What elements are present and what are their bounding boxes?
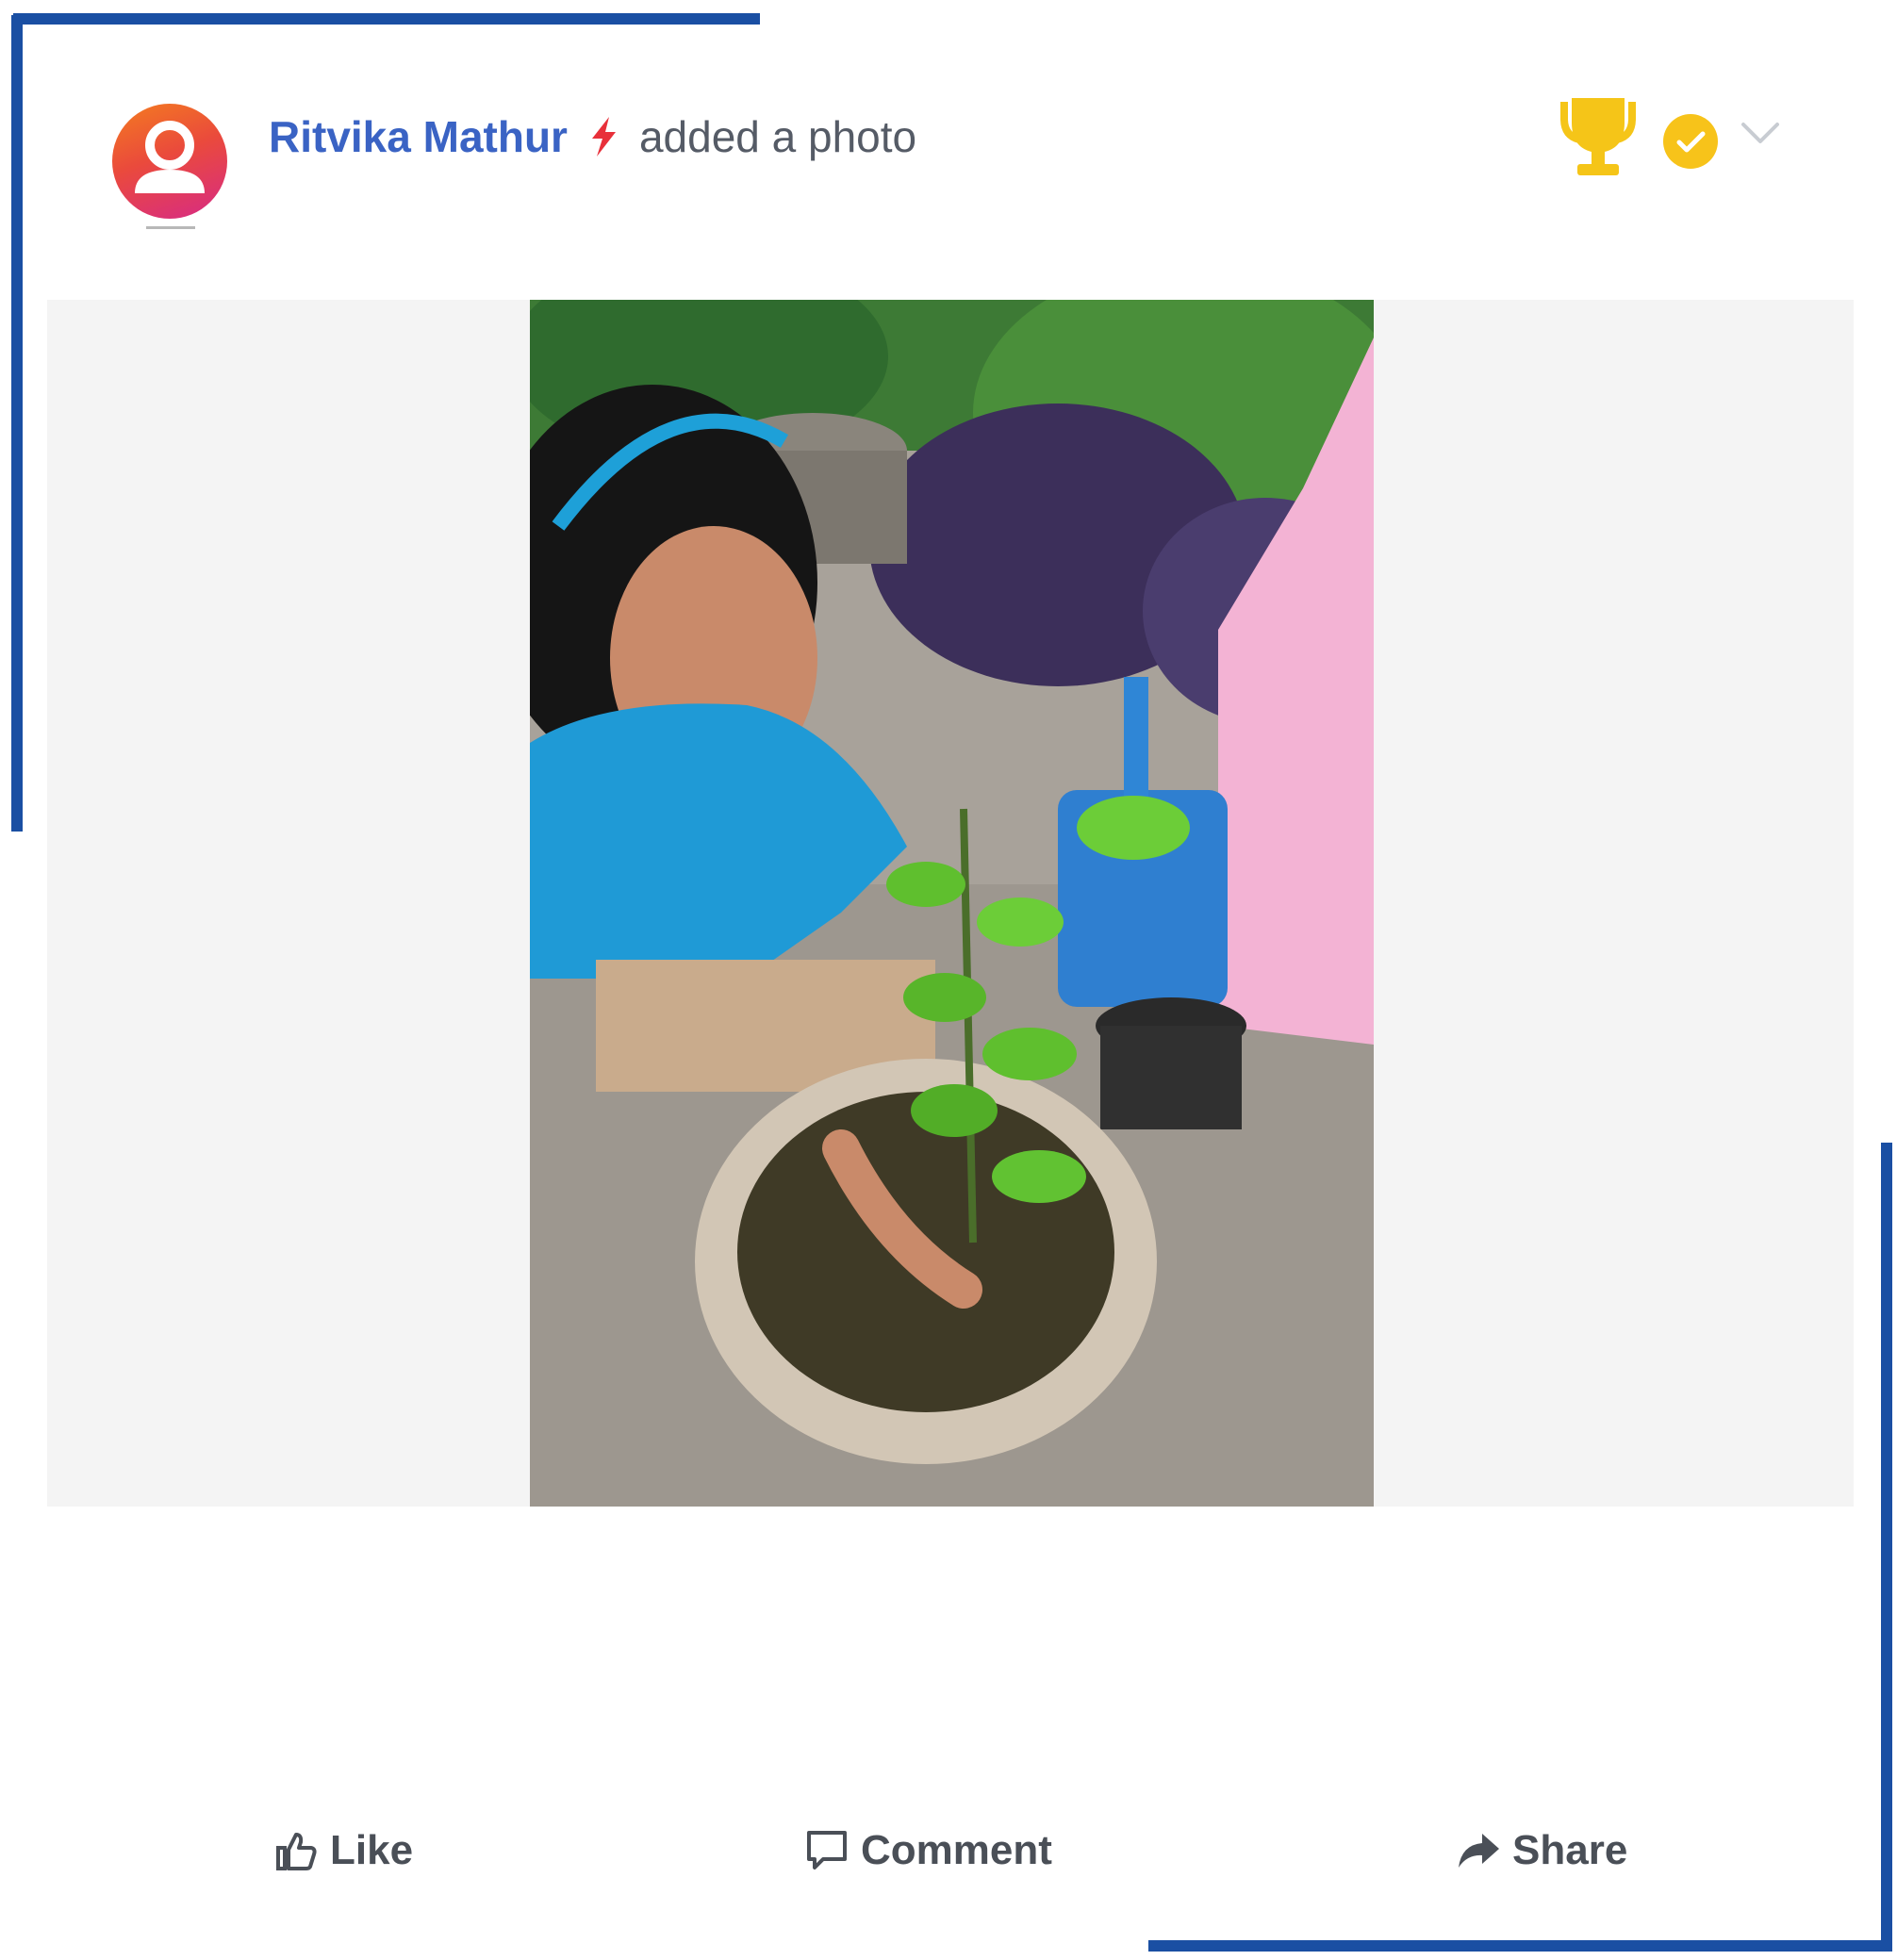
like-label: Like	[330, 1826, 414, 1873]
post-photo[interactable]	[530, 300, 1374, 1507]
verified-check-icon	[1663, 114, 1718, 169]
user-avatar-icon	[135, 121, 205, 193]
comment-icon	[807, 1830, 847, 1869]
avatar-underline	[146, 226, 195, 229]
trophy-icon[interactable]	[1551, 94, 1645, 181]
post-header-actions	[1551, 94, 1806, 207]
post-action-text: added a photo	[638, 112, 917, 161]
like-button[interactable]: Like	[275, 1810, 413, 1890]
post-action-bar: Like Comment Share	[0, 1810, 1897, 1890]
avatar[interactable]	[112, 104, 227, 219]
author-line: Ritvika Mathur added a photo	[269, 104, 916, 170]
thumbs-up-icon	[276, 1832, 317, 1870]
post-header: Ritvika Mathur added a photo	[108, 94, 1806, 236]
post-media-area	[47, 300, 1854, 1507]
author-name-link[interactable]: Ritvika Mathur	[269, 111, 568, 162]
comment-button[interactable]: Comment	[804, 1810, 1052, 1890]
share-arrow-icon	[1459, 1833, 1499, 1868]
share-label: Share	[1512, 1826, 1628, 1873]
frame-bottom-horizontal	[1148, 1940, 1892, 1952]
frame-top-horizontal	[13, 13, 760, 25]
lightning-bolt-icon	[591, 117, 616, 156]
share-button[interactable]: Share	[1456, 1810, 1627, 1890]
frame-top-vertical	[11, 15, 23, 832]
chevron-down-icon[interactable]	[1738, 117, 1783, 149]
comment-label: Comment	[861, 1826, 1052, 1873]
